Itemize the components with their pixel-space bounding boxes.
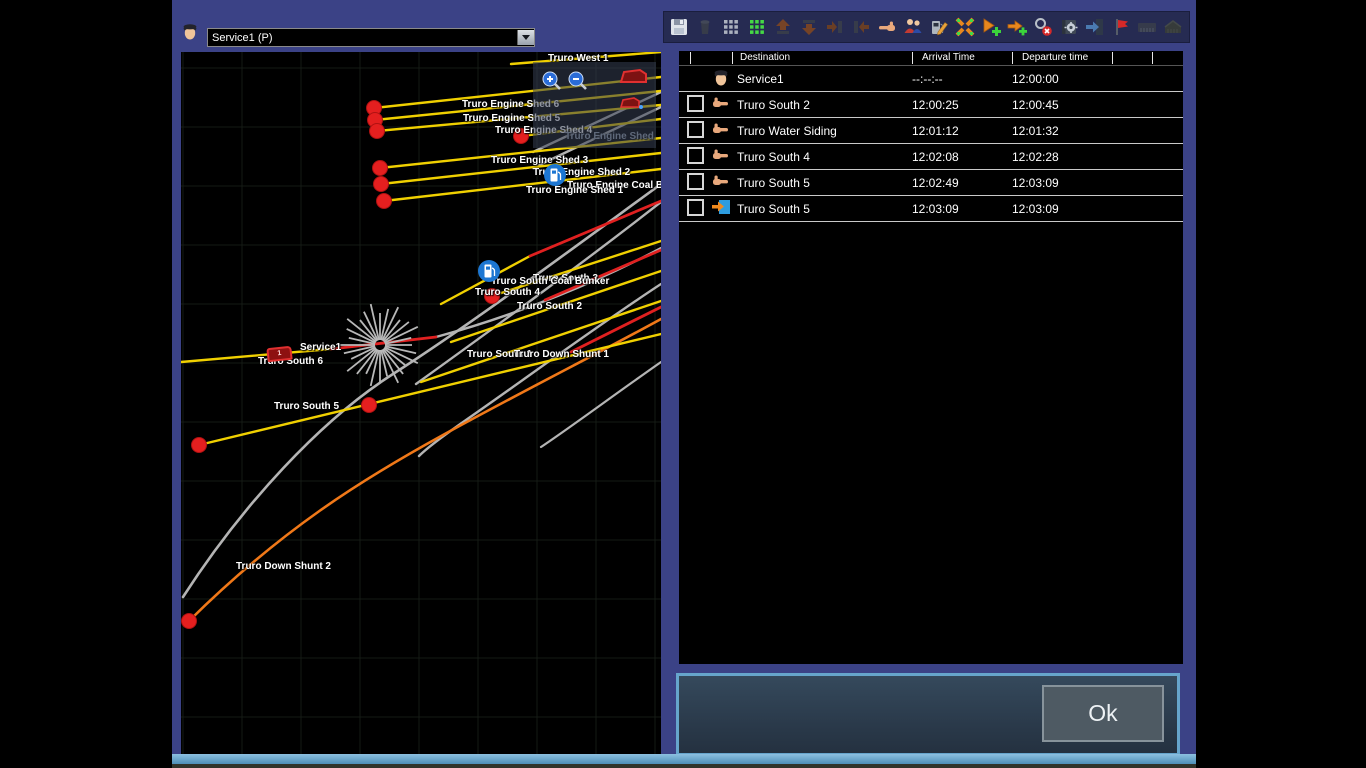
toolbar <box>663 11 1190 43</box>
col-destination: Destination <box>740 52 790 63</box>
consist-marker-small-icon[interactable] <box>619 96 645 115</box>
fuel-point-icon[interactable] <box>543 163 567 187</box>
row-arrival: 12:00:25 <box>912 98 1012 112</box>
row-arrival: 12:01:12 <box>912 124 1012 138</box>
arrow-down-icon[interactable] <box>799 17 819 37</box>
row-destination: Service1 <box>737 72 912 86</box>
red-flag-icon[interactable] <box>1111 17 1131 37</box>
row-destination: Truro South 5 <box>737 176 912 190</box>
row-arrival: 12:02:49 <box>912 176 1012 190</box>
timetable-row[interactable]: Truro Water Siding12:01:1212:01:32 <box>679 118 1183 144</box>
row-departure: 12:00:00 <box>1012 72 1112 86</box>
timetable-panel: Destination Arrival Time Departure time … <box>679 51 1183 664</box>
stop-dot[interactable] <box>362 398 377 413</box>
stop-dot[interactable] <box>374 177 389 192</box>
row-checkbox[interactable] <box>687 199 704 216</box>
dropdown-arrow-button[interactable] <box>517 30 534 45</box>
service-dropdown-value: Service1 (P) <box>208 32 517 44</box>
row-destination: Truro South 2 <box>737 98 912 112</box>
stop-dot[interactable] <box>192 438 207 453</box>
timetable-row[interactable]: Truro South 512:02:4912:03:09 <box>679 170 1183 196</box>
play-plus-icon[interactable] <box>981 17 1001 37</box>
door-enter-icon[interactable] <box>1085 17 1105 37</box>
row-arrival: --:--:-- <box>912 72 1012 86</box>
row-checkbox[interactable] <box>687 95 704 112</box>
col-arrival-time: Arrival Time <box>922 52 975 63</box>
row-checkbox[interactable] <box>687 173 704 190</box>
timetable-row[interactable]: Truro South 512:03:0912:03:09 <box>679 196 1183 222</box>
chevron-down-icon <box>522 35 530 40</box>
pointing-hand-icon <box>711 147 737 166</box>
search-remove-icon[interactable] <box>1033 17 1053 37</box>
pointing-hand-icon <box>711 121 737 140</box>
row-arrival: 12:02:08 <box>912 150 1012 164</box>
fuel-pump-edit-icon[interactable] <box>929 17 949 37</box>
stop-dot[interactable] <box>485 289 500 304</box>
screen: Service1 (P) <box>0 0 1366 768</box>
row-destination: Truro South 5 <box>737 202 912 216</box>
row-destination: Truro Water Siding <box>737 124 912 138</box>
passengers-icon[interactable] <box>903 17 923 37</box>
stop-dot[interactable] <box>377 194 392 209</box>
fuel-point-icon[interactable] <box>477 259 501 283</box>
col-departure-time: Departure time <box>1022 52 1088 63</box>
map-zoom-panel <box>533 62 656 148</box>
row-departure: 12:02:28 <box>1012 150 1112 164</box>
stop-dot[interactable] <box>373 161 388 176</box>
arrow-bar-right-icon[interactable] <box>825 17 845 37</box>
row-departure: 12:03:09 <box>1012 176 1112 190</box>
grid-gray-icon[interactable] <box>721 17 741 37</box>
service-dropdown[interactable]: Service1 (P) <box>207 28 535 47</box>
arrow-bar-left-icon[interactable] <box>851 17 871 37</box>
platform-icon[interactable] <box>1137 17 1157 37</box>
driver-icon <box>180 20 204 46</box>
track-map[interactable]: Truro West 1Truro Engine Shed 6Truro Eng… <box>181 52 661 754</box>
window-bottom-border <box>172 754 1196 764</box>
arrow-up-icon[interactable] <box>773 17 793 37</box>
timetable-rows: Service1--:--:--12:00:00Truro South 212:… <box>679 66 1183 222</box>
row-arrival: 12:03:09 <box>912 202 1012 216</box>
shed-icon[interactable] <box>1163 17 1183 37</box>
expand-cross-icon[interactable] <box>955 17 975 37</box>
book-gear-icon[interactable] <box>1059 17 1079 37</box>
driver-icon <box>711 66 737 91</box>
arrow-plus-icon[interactable] <box>1007 17 1027 37</box>
stop-dot[interactable] <box>370 124 385 139</box>
stop-dot[interactable] <box>182 614 197 629</box>
row-departure: 12:03:09 <box>1012 202 1112 216</box>
ok-button[interactable]: Ok <box>1042 685 1164 742</box>
trash-icon[interactable] <box>695 17 715 37</box>
row-departure: 12:01:32 <box>1012 124 1112 138</box>
timetable-row[interactable]: Truro South 412:02:0812:02:28 <box>679 144 1183 170</box>
consist-marker-icon[interactable] <box>619 68 649 90</box>
zoom-in-button[interactable] <box>542 71 562 91</box>
footer-panel: Ok <box>676 673 1180 756</box>
timetable-row[interactable]: Service1--:--:--12:00:00 <box>679 66 1183 92</box>
save-icon[interactable] <box>669 17 689 37</box>
stop-dot[interactable] <box>514 129 529 144</box>
train-marker[interactable]: 1 <box>266 346 292 363</box>
pointing-hand-icon <box>711 173 737 192</box>
timetable-header: Destination Arrival Time Departure time <box>679 51 1183 66</box>
scenario-editor-window: Service1 (P) <box>172 0 1196 764</box>
zoom-out-button[interactable] <box>568 71 588 91</box>
row-departure: 12:00:45 <box>1012 98 1112 112</box>
grid-green-icon[interactable] <box>747 17 767 37</box>
row-checkbox[interactable] <box>687 147 704 164</box>
timetable-row[interactable]: Truro South 212:00:2512:00:45 <box>679 92 1183 118</box>
pointing-hand-icon[interactable] <box>877 17 897 37</box>
track-map-canvas <box>181 52 661 754</box>
pointing-hand-icon <box>711 95 737 114</box>
row-checkbox[interactable] <box>687 121 704 138</box>
row-destination: Truro South 4 <box>737 150 912 164</box>
arrow-into-siding-icon <box>711 198 737 219</box>
desktop-sliver <box>172 764 1196 768</box>
